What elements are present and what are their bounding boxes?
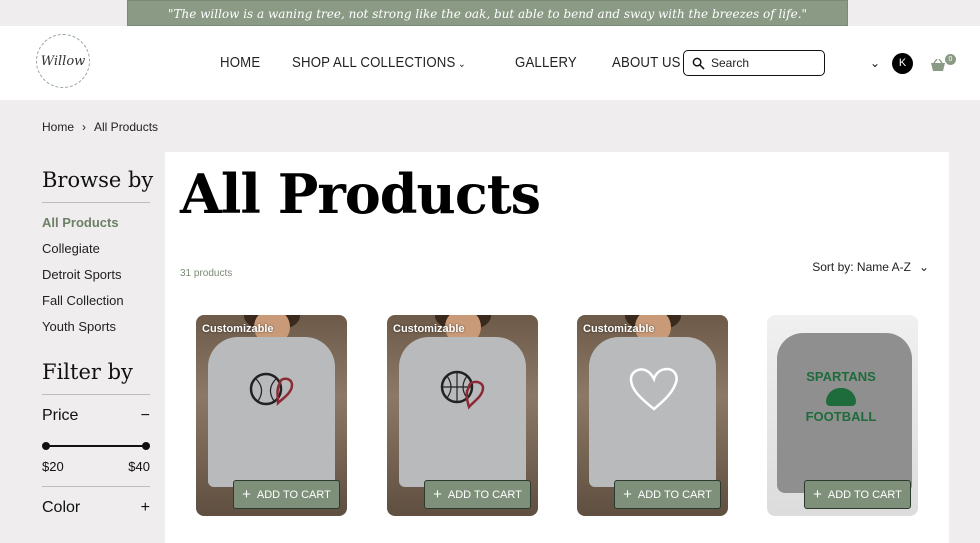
add-to-cart-button[interactable]: + ADD TO CART (614, 480, 721, 509)
minus-icon: − (140, 407, 150, 424)
chevron-down-icon: ⌄ (457, 59, 466, 70)
price-min: $20 (42, 459, 64, 474)
browse-by-heading: Browse by (42, 168, 153, 203)
chevron-right-icon: › (82, 120, 87, 134)
product-card[interactable]: Customizable + ADD TO CART (196, 315, 347, 516)
account-avatar[interactable]: K (892, 53, 913, 74)
nav-home[interactable]: HOME (220, 54, 260, 71)
breadcrumb-home[interactable]: Home (42, 120, 74, 134)
cart-button[interactable]: 0 (930, 54, 956, 74)
slider-track (46, 445, 146, 447)
search-box[interactable] (683, 50, 825, 76)
site-header: Willow HOME SHOP ALL COLLECTIONS ⌄ GALLER… (0, 26, 980, 100)
category-detroit-sports[interactable]: Detroit Sports (42, 267, 150, 282)
nav-shop-label: SHOP ALL COLLECTIONS (291, 54, 456, 71)
nav-about-us[interactable]: ABOUT US (612, 54, 681, 71)
product-shirt (589, 337, 716, 487)
category-youth-sports[interactable]: Youth Sports (42, 319, 150, 334)
price-label: Price (42, 407, 79, 424)
add-to-cart-button[interactable]: + ADD TO CART (424, 480, 531, 509)
price-filter-header[interactable]: Price − (42, 407, 150, 425)
nav-shop-all-collections[interactable]: SHOP ALL COLLECTIONS ⌄ (292, 54, 466, 71)
logo-text: Willow (40, 53, 86, 69)
customizable-badge: Customizable (393, 323, 465, 335)
sidebar: Browse by All Products Collegiate Detroi… (42, 168, 153, 517)
plus-icon: + (813, 486, 822, 503)
plus-icon: + (623, 486, 632, 503)
customizable-badge: Customizable (202, 323, 274, 335)
price-range-labels: $20 $40 (42, 459, 150, 487)
spartans-text: SPARTANS (806, 369, 876, 384)
plus-icon: + (433, 486, 442, 503)
color-label: Color (42, 499, 81, 516)
plus-icon: + (140, 499, 150, 516)
announcement-bar: "The willow is a waning tree, not strong… (127, 0, 848, 26)
chevron-down-icon: ⌄ (918, 260, 929, 274)
search-input[interactable] (711, 56, 811, 70)
cheer-heart-graphic (629, 367, 678, 411)
color-filter-header[interactable]: Color + (42, 499, 150, 517)
slider-max-handle[interactable] (142, 442, 150, 450)
category-all-products[interactable]: All Products (42, 215, 150, 230)
product-card[interactable]: SPARTANS FOOTBALL + ADD TO CART (767, 315, 918, 516)
filter-by-heading: Filter by (42, 360, 150, 395)
nav-gallery[interactable]: GALLERY (515, 54, 577, 71)
page-title: All Products (180, 162, 541, 226)
search-icon (692, 57, 705, 70)
product-card[interactable]: Customizable + ADD TO CART (577, 315, 728, 516)
category-fall-collection[interactable]: Fall Collection (42, 293, 150, 308)
plus-icon: + (242, 486, 251, 503)
cart-count-badge: 0 (945, 54, 956, 65)
slider-min-handle[interactable] (42, 442, 50, 450)
sort-label: Sort by: Name A-Z (812, 260, 911, 274)
product-count: 31 products (180, 268, 233, 279)
add-to-cart-button[interactable]: + ADD TO CART (233, 480, 340, 509)
product-shirt (208, 337, 335, 487)
sort-dropdown[interactable]: Sort by: Name A-Z ⌄ (812, 260, 929, 274)
add-to-cart-button[interactable]: + ADD TO CART (804, 480, 911, 509)
add-to-cart-label: ADD TO CART (637, 488, 712, 501)
spartans-football-graphic: SPARTANS FOOTBALL (801, 369, 881, 425)
price-max: $40 (128, 459, 150, 474)
football-text: FOOTBALL (805, 409, 877, 425)
add-to-cart-label: ADD TO CART (256, 488, 331, 501)
customizable-badge: Customizable (583, 323, 655, 335)
site-logo[interactable]: Willow (36, 34, 90, 88)
price-slider[interactable] (42, 441, 150, 451)
product-shirt (399, 337, 526, 487)
account-chevron-down-icon[interactable]: ⌄ (870, 56, 880, 70)
breadcrumb-current: All Products (94, 120, 159, 134)
product-area: All Products 31 products Sort by: Name A… (165, 152, 949, 543)
basketball-heart-graphic (440, 370, 485, 410)
add-to-cart-label: ADD TO CART (447, 488, 522, 501)
basket-icon (931, 59, 945, 71)
breadcrumb: Home › All Products (42, 120, 158, 134)
helmet-icon (826, 388, 856, 407)
category-collegiate[interactable]: Collegiate (42, 241, 150, 256)
baseball-heart-graphic (249, 372, 294, 407)
add-to-cart-label: ADD TO CART (827, 488, 902, 501)
main-nav: HOME SHOP ALL COLLECTIONS ⌄ GALLERY ABOUT… (220, 54, 690, 71)
product-card[interactable]: Customizable + ADD TO CART (387, 315, 538, 516)
